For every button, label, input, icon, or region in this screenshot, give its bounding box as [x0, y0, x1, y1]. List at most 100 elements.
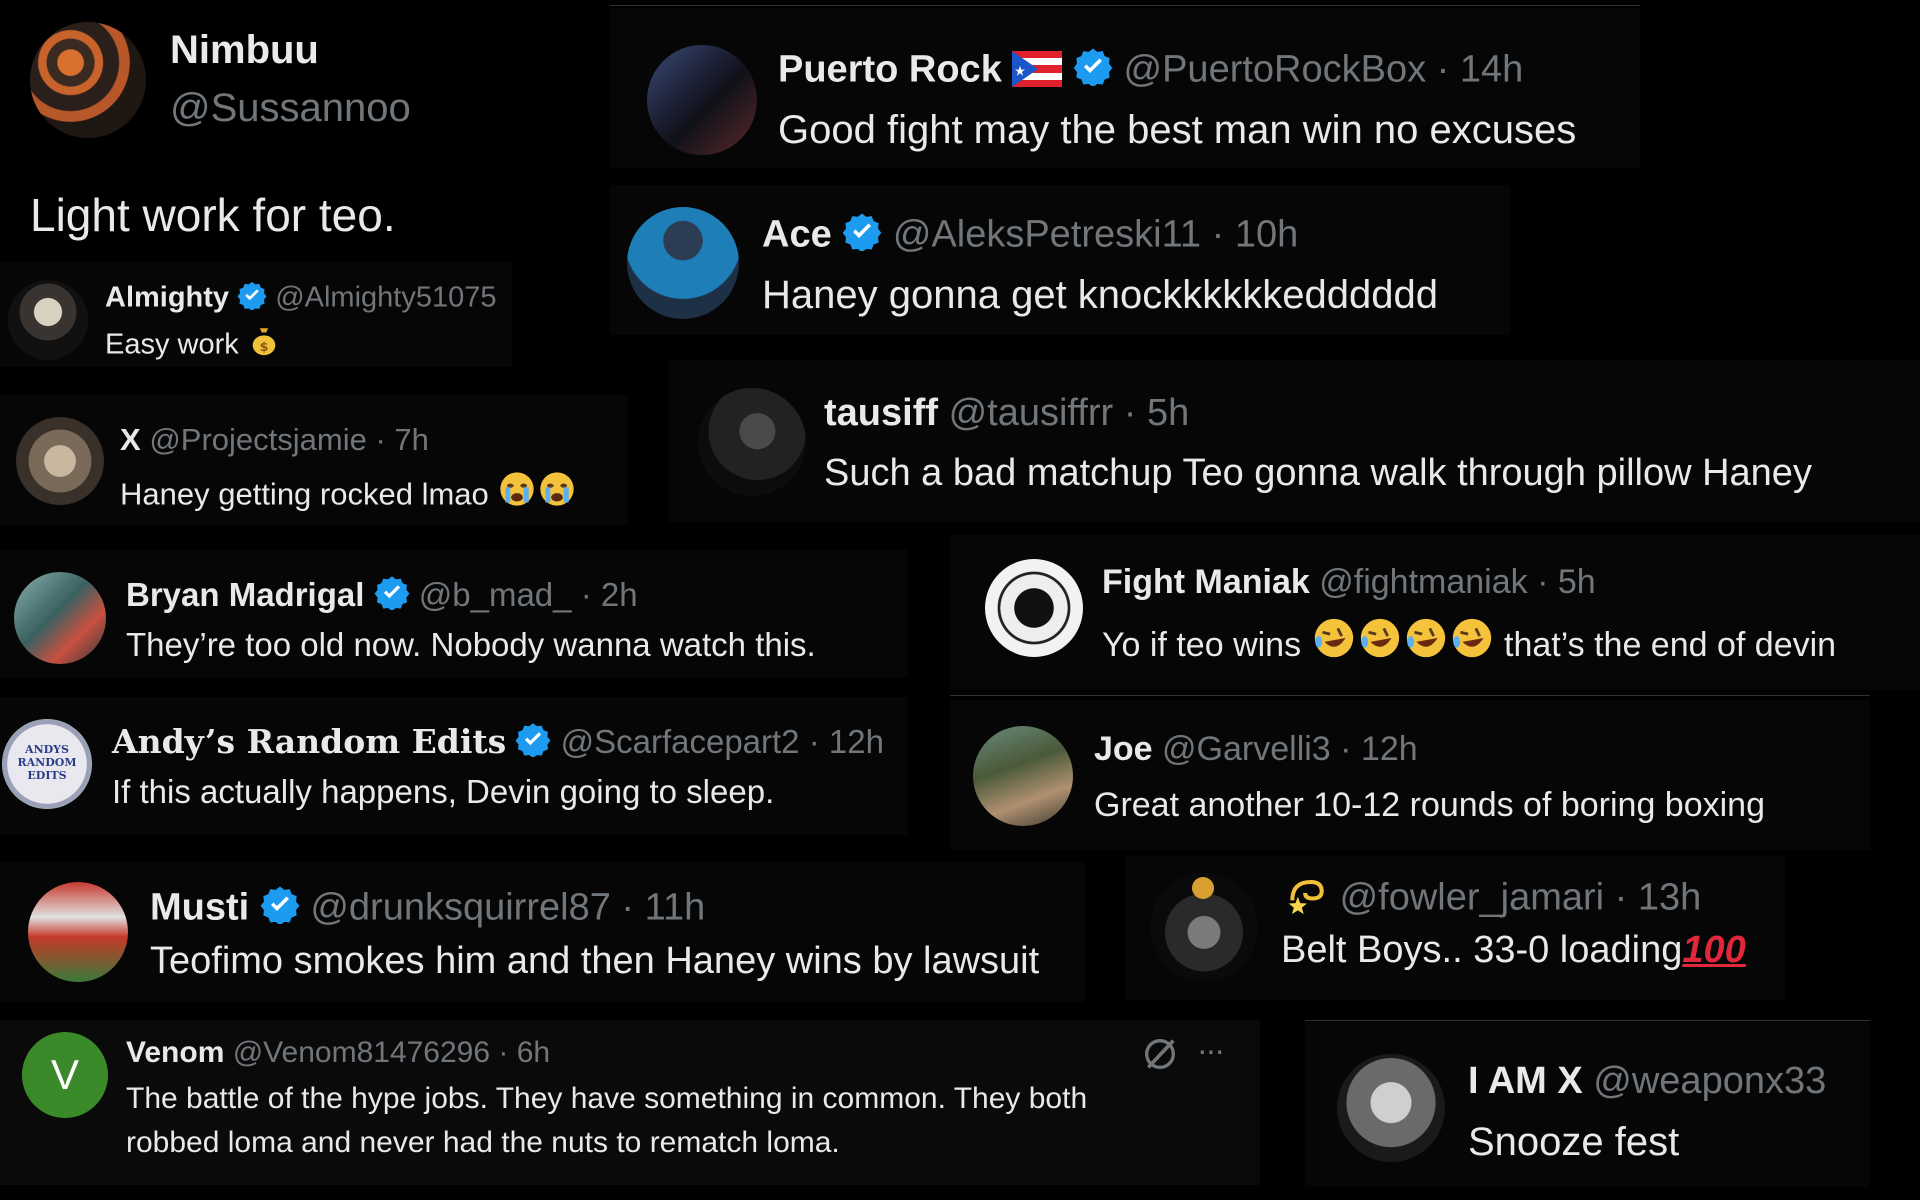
tweet-text-row: Yo if teo wins that’s the end of devin: [1102, 615, 1836, 665]
tweet-almighty[interactable]: Almighty @Almighty51075 Easy work $: [0, 262, 512, 367]
avatar[interactable]: [28, 882, 128, 982]
author-handle[interactable]: @tausiffrr: [949, 392, 1114, 434]
tweet-ace[interactable]: Ace @AleksPetreski11 · 10h Haney gonna g…: [610, 185, 1510, 335]
author-handle[interactable]: @Garvelli3: [1162, 730, 1331, 768]
verified-badge-icon: [237, 281, 267, 310]
tweet-andys-random-edits[interactable]: ANDYS RANDOM EDITS Andy’s Random Edits @…: [0, 697, 908, 835]
author-name[interactable]: Andy’s Random Edits: [112, 722, 506, 761]
timestamp[interactable]: 6h: [517, 1036, 550, 1069]
tweet-text-row: Easy work $: [105, 324, 281, 362]
author-handle[interactable]: @AleksPetreski11: [893, 213, 1201, 255]
rofl-emoji-icon: [1360, 618, 1399, 658]
author-handle[interactable]: @fowler_jamari: [1340, 876, 1605, 918]
author-name[interactable]: Bryan Madrigal: [126, 576, 364, 613]
avatar[interactable]: ANDYS RANDOM EDITS: [2, 719, 92, 809]
author-handle[interactable]: @Almighty51075: [275, 282, 496, 314]
avatar-text: ANDYS RANDOM EDITS: [17, 743, 77, 782]
verified-badge-icon: [516, 723, 551, 757]
timestamp[interactable]: 14h: [1460, 48, 1523, 90]
timestamp[interactable]: 7h: [394, 422, 428, 457]
tweet-text-row: Belt Boys.. 33-0 loading100: [1281, 929, 1746, 972]
tweet-fowler-jamari[interactable]: @fowler_jamari · 13h Belt Boys.. 33-0 lo…: [1125, 855, 1785, 1000]
author-name[interactable]: Puerto Rock: [778, 48, 1002, 90]
tweet-bryan-madrigal[interactable]: Bryan Madrigal @b_mad_ · 2h They’re too …: [0, 550, 908, 678]
author-handle[interactable]: @weaponx33: [1593, 1060, 1826, 1102]
author-name[interactable]: tausiff: [824, 392, 938, 434]
tweet-text: Haney getting rocked lmao: [120, 476, 489, 512]
author-row: X @Projectsjamie · 7h: [120, 422, 429, 457]
verified-badge-icon: [1073, 48, 1113, 86]
tweet-puerto-rock[interactable]: Puerto Rock @PuertoRockBox · 14h Good fi…: [610, 8, 1640, 168]
tweet-x[interactable]: X @Projectsjamie · 7h Haney getting rock…: [0, 395, 628, 525]
author-row: tausiff @tausiffrr · 5h: [824, 392, 1190, 434]
timestamp[interactable]: 11h: [645, 886, 706, 928]
author-name[interactable]: Venom: [126, 1036, 224, 1069]
tweet-text: Teofimo smokes him and then Haney wins b…: [150, 940, 1040, 982]
grok-icon[interactable]: [1140, 1034, 1180, 1074]
timestamp[interactable]: 12h: [829, 723, 884, 760]
tweet-musti[interactable]: Musti @drunksquirrel87 · 11h Teofimo smo…: [0, 862, 1085, 1002]
tweet-text: They’re too old now. Nobody wanna watch …: [126, 626, 816, 663]
avatar[interactable]: [1337, 1054, 1445, 1162]
author-name[interactable]: Nimbuu: [170, 28, 319, 73]
svg-text:$: $: [259, 340, 268, 355]
avatar[interactable]: [698, 388, 806, 496]
tweet-text: Good fight may the best man win no excus…: [778, 108, 1577, 152]
avatar[interactable]: [973, 726, 1073, 826]
avatar[interactable]: [985, 559, 1083, 657]
author-row: Venom @Venom81476296 · 6h: [126, 1036, 551, 1069]
author-row: Joe @Garvelli3 · 12h: [1094, 730, 1418, 768]
avatar-letter: V: [50, 1051, 79, 1098]
tweet-fight-maniak[interactable]: Fight Maniak @fightmaniak · 5h Yo if teo…: [950, 535, 1920, 690]
dizzy-emoji-icon: [1288, 879, 1324, 915]
author-name[interactable]: X: [120, 422, 141, 457]
avatar[interactable]: V: [22, 1032, 108, 1118]
author-row: Bryan Madrigal @b_mad_ · 2h: [126, 574, 638, 614]
crying-face-emoji-icon: [500, 472, 535, 506]
author-handle[interactable]: @b_mad_: [419, 576, 572, 613]
author-handle[interactable]: @fightmaniak: [1319, 563, 1527, 601]
author-handle[interactable]: @PuertoRockBox: [1124, 48, 1427, 90]
avatar[interactable]: [30, 22, 146, 138]
author-name[interactable]: I AM X: [1468, 1060, 1583, 1102]
timestamp[interactable]: 2h: [601, 576, 638, 613]
tweet-text: If this actually happens, Devin going to…: [112, 773, 775, 810]
avatar[interactable]: [647, 45, 757, 155]
tweet-joe[interactable]: Joe @Garvelli3 · 12h Great another 10-12…: [950, 700, 1870, 850]
avatar[interactable]: [1150, 873, 1258, 981]
more-options-button[interactable]: ···: [1197, 1032, 1225, 1069]
author-name[interactable]: Musti: [150, 886, 249, 928]
tweet-text: Great another 10-12 rounds of boring box…: [1094, 786, 1766, 824]
money-bag-icon: [1192, 877, 1214, 899]
tweet-text: Snooze fest: [1468, 1120, 1680, 1164]
tweet-text-line-1: The battle of the hype jobs. They have s…: [126, 1082, 1088, 1115]
author-name[interactable]: Joe: [1094, 730, 1153, 768]
author-name[interactable]: Almighty: [105, 282, 229, 314]
verified-badge-icon: [842, 213, 882, 251]
timestamp[interactable]: 13h: [1638, 876, 1701, 918]
avatar[interactable]: [627, 207, 739, 319]
author-name[interactable]: Fight Maniak: [1102, 563, 1310, 601]
timestamp[interactable]: 10h: [1235, 213, 1298, 255]
avatar[interactable]: [8, 280, 88, 360]
tweet-nimbuu[interactable]: Nimbuu @Sussannoo Light work for teo.: [0, 0, 470, 245]
author-handle[interactable]: @Projectsjamie: [149, 422, 367, 457]
timestamp[interactable]: 5h: [1147, 392, 1189, 434]
avatar[interactable]: [14, 572, 106, 664]
author-handle[interactable]: @Sussannoo: [170, 86, 411, 131]
tweet-i-am-x[interactable]: I AM X @weaponx33 Snooze fest: [1305, 1022, 1870, 1187]
tweet-venom[interactable]: V Venom @Venom81476296 · 6h ··· The batt…: [0, 1020, 1260, 1185]
author-handle[interactable]: @drunksquirrel87: [310, 886, 611, 928]
author-handle[interactable]: @Scarfacepart2: [561, 723, 800, 760]
verified-badge-icon: [260, 886, 300, 924]
timestamp[interactable]: 12h: [1361, 730, 1418, 768]
rofl-emoji-icon: [1314, 618, 1353, 658]
tweet-text: Easy work: [105, 328, 239, 361]
avatar[interactable]: [16, 417, 104, 505]
timestamp[interactable]: 5h: [1558, 563, 1596, 601]
author-row: Musti @drunksquirrel87 · 11h: [150, 884, 705, 929]
tweet-tausiff[interactable]: tausiff @tausiffrr · 5h Such a bad match…: [668, 360, 1920, 522]
author-name[interactable]: Ace: [762, 213, 832, 255]
author-handle[interactable]: @Venom81476296: [233, 1036, 490, 1069]
hundred-points-emoji-icon: 100: [1682, 929, 1746, 971]
